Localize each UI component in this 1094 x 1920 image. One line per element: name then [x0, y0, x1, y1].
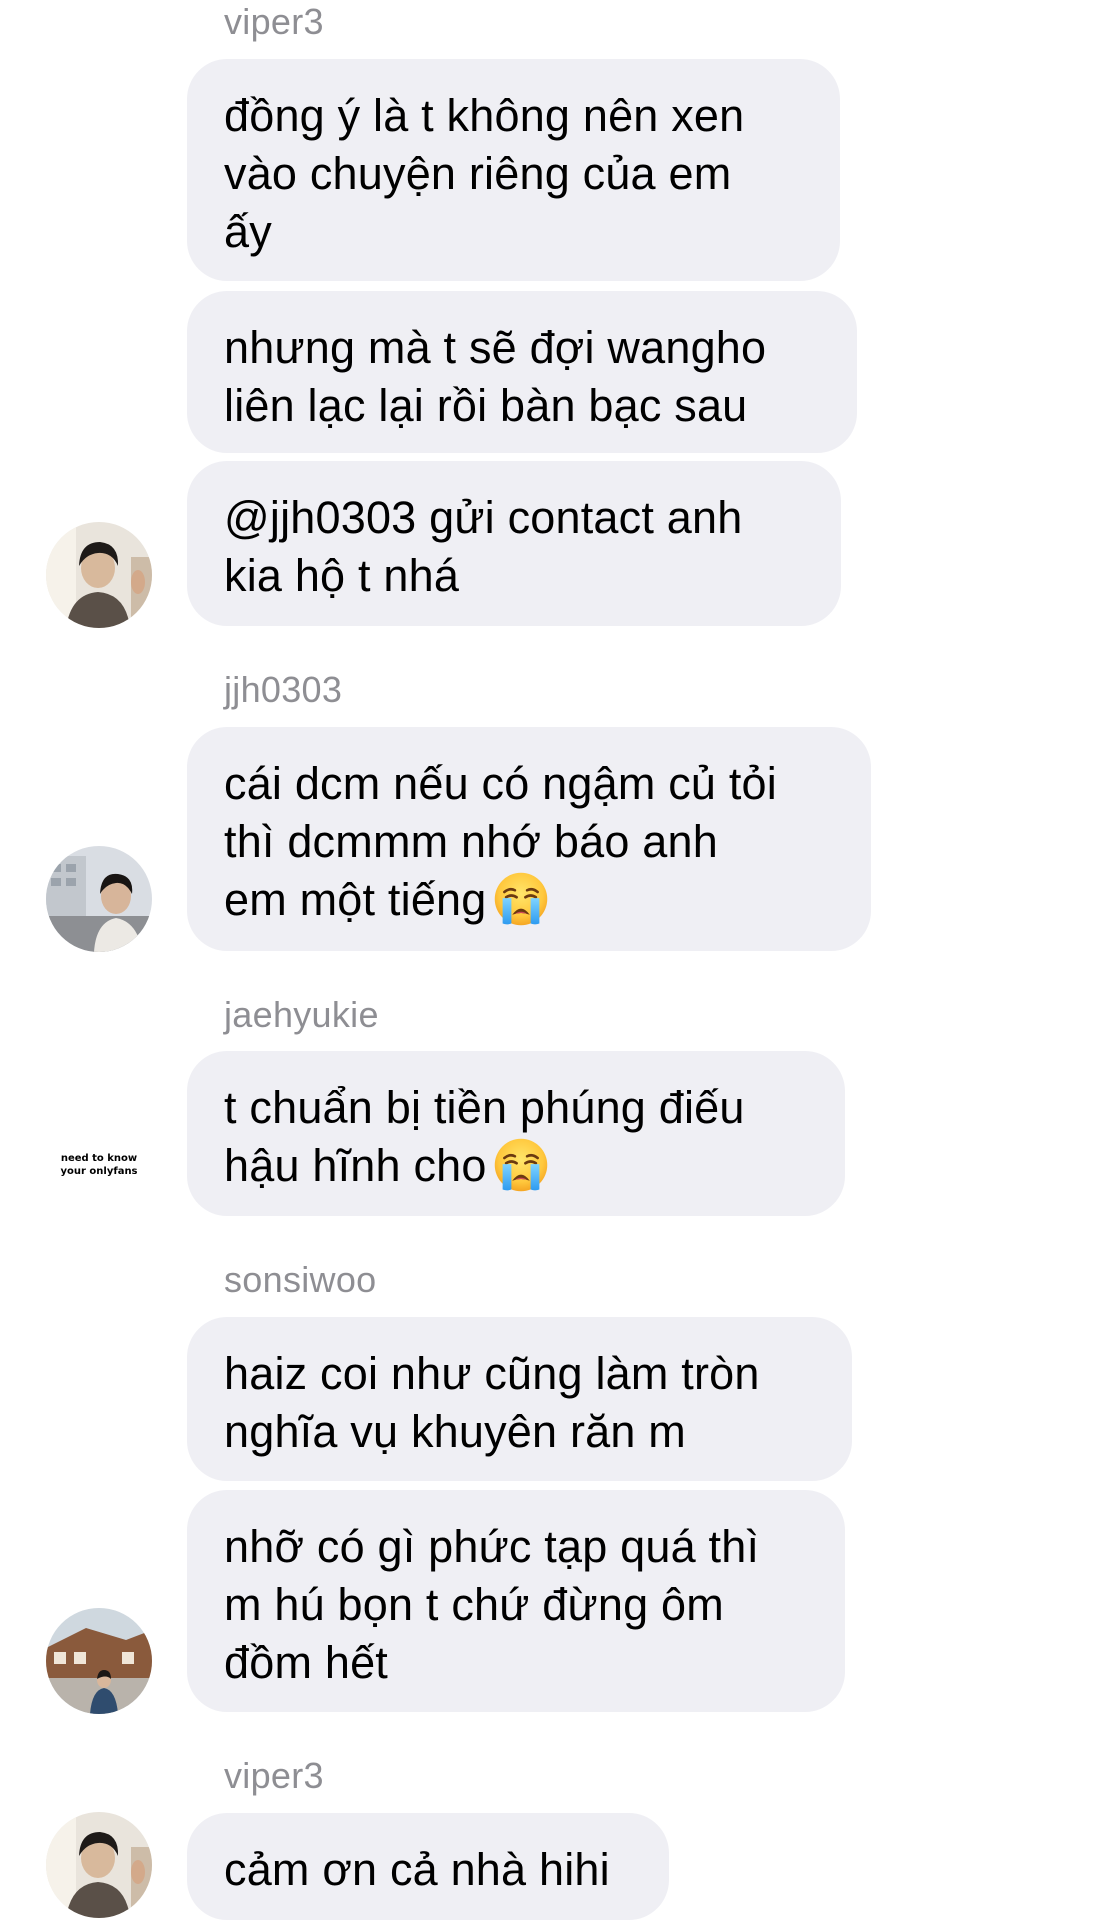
message-text: hậu hĩnh cho — [224, 1140, 487, 1191]
message-line: đồm hết — [224, 1637, 388, 1688]
avatar-photo-icon — [46, 1812, 152, 1918]
message-line: nhỡ có gì phức tạp quá thì — [224, 1521, 760, 1572]
message-line: kia hộ t nhá — [224, 550, 460, 601]
sender-username: viper3 — [224, 1755, 324, 1796]
message-bubble[interactable]: nhỡ có gì phức tạp quá thì m hú bọn t ch… — [187, 1490, 845, 1712]
message-bubble[interactable]: nhưng mà t sẽ đợi wangho liên lạc lại rồ… — [187, 291, 857, 453]
user-avatar[interactable]: need to know your onlyfans — [46, 1112, 152, 1218]
user-avatar[interactable] — [46, 1812, 152, 1918]
message-line: đồng ý là t không nên xen — [224, 90, 745, 141]
avatar-photo-icon — [46, 1608, 152, 1714]
user-avatar[interactable] — [46, 522, 152, 628]
message-line: ấy — [224, 206, 272, 257]
message-bubble[interactable]: đồng ý là t không nên xen vào chuyện riê… — [187, 59, 840, 281]
sender-username: viper3 — [224, 1, 324, 42]
crying-face-icon — [493, 1137, 549, 1193]
message-line: haiz coi như cũng làm tròn — [224, 1348, 760, 1399]
message-line: t chuẩn bị tiền phúng điếu — [224, 1082, 745, 1133]
message-bubble[interactable]: t chuẩn bị tiền phúng điếu hậu hĩnh cho — [187, 1051, 845, 1216]
message-bubble[interactable]: haiz coi như cũng làm tròn nghĩa vụ khuy… — [187, 1317, 852, 1481]
message-line: cái dcm nếu có ngậm củ tỏi — [224, 758, 777, 809]
message-line: nghĩa vụ khuyên răn m — [224, 1406, 686, 1457]
message-text: em một tiếng — [224, 874, 487, 925]
avatar-text: your onlyfans — [60, 1166, 138, 1177]
message-line: @jjh0303 gửi contact anh — [224, 492, 743, 543]
avatar-text: need to know — [60, 1153, 138, 1164]
message-line: nhưng mà t sẽ đợi wangho — [224, 322, 767, 373]
avatar-photo-icon — [46, 846, 152, 952]
user-avatar[interactable] — [46, 846, 152, 952]
message-line: cảm ơn cả nhà hihi — [224, 1844, 610, 1895]
crying-face-icon — [493, 871, 549, 927]
sender-username: sonsiwoo — [224, 1259, 377, 1300]
message-line: vào chuyện riêng của em — [224, 148, 732, 199]
message-bubble[interactable]: cảm ơn cả nhà hihi — [187, 1813, 669, 1920]
message-bubble[interactable]: @jjh0303 gửi contact anh kia hộ t nhá — [187, 461, 841, 626]
message-line: liên lạc lại rồi bàn bạc sau — [224, 380, 748, 431]
message-line: hậu hĩnh cho — [224, 1137, 811, 1195]
avatar-photo-icon — [46, 522, 152, 628]
message-line: m hú bọn t chứ đừng ôm — [224, 1579, 724, 1630]
sender-username: jjh0303 — [224, 669, 343, 710]
sender-username: jaehyukie — [224, 994, 379, 1035]
message-bubble[interactable]: cái dcm nếu có ngậm củ tỏi thì dcmmm nhớ… — [187, 727, 871, 951]
message-line: em một tiếng — [224, 871, 837, 929]
message-line: thì dcmmm nhớ báo anh — [224, 816, 718, 867]
user-avatar[interactable] — [46, 1608, 152, 1714]
